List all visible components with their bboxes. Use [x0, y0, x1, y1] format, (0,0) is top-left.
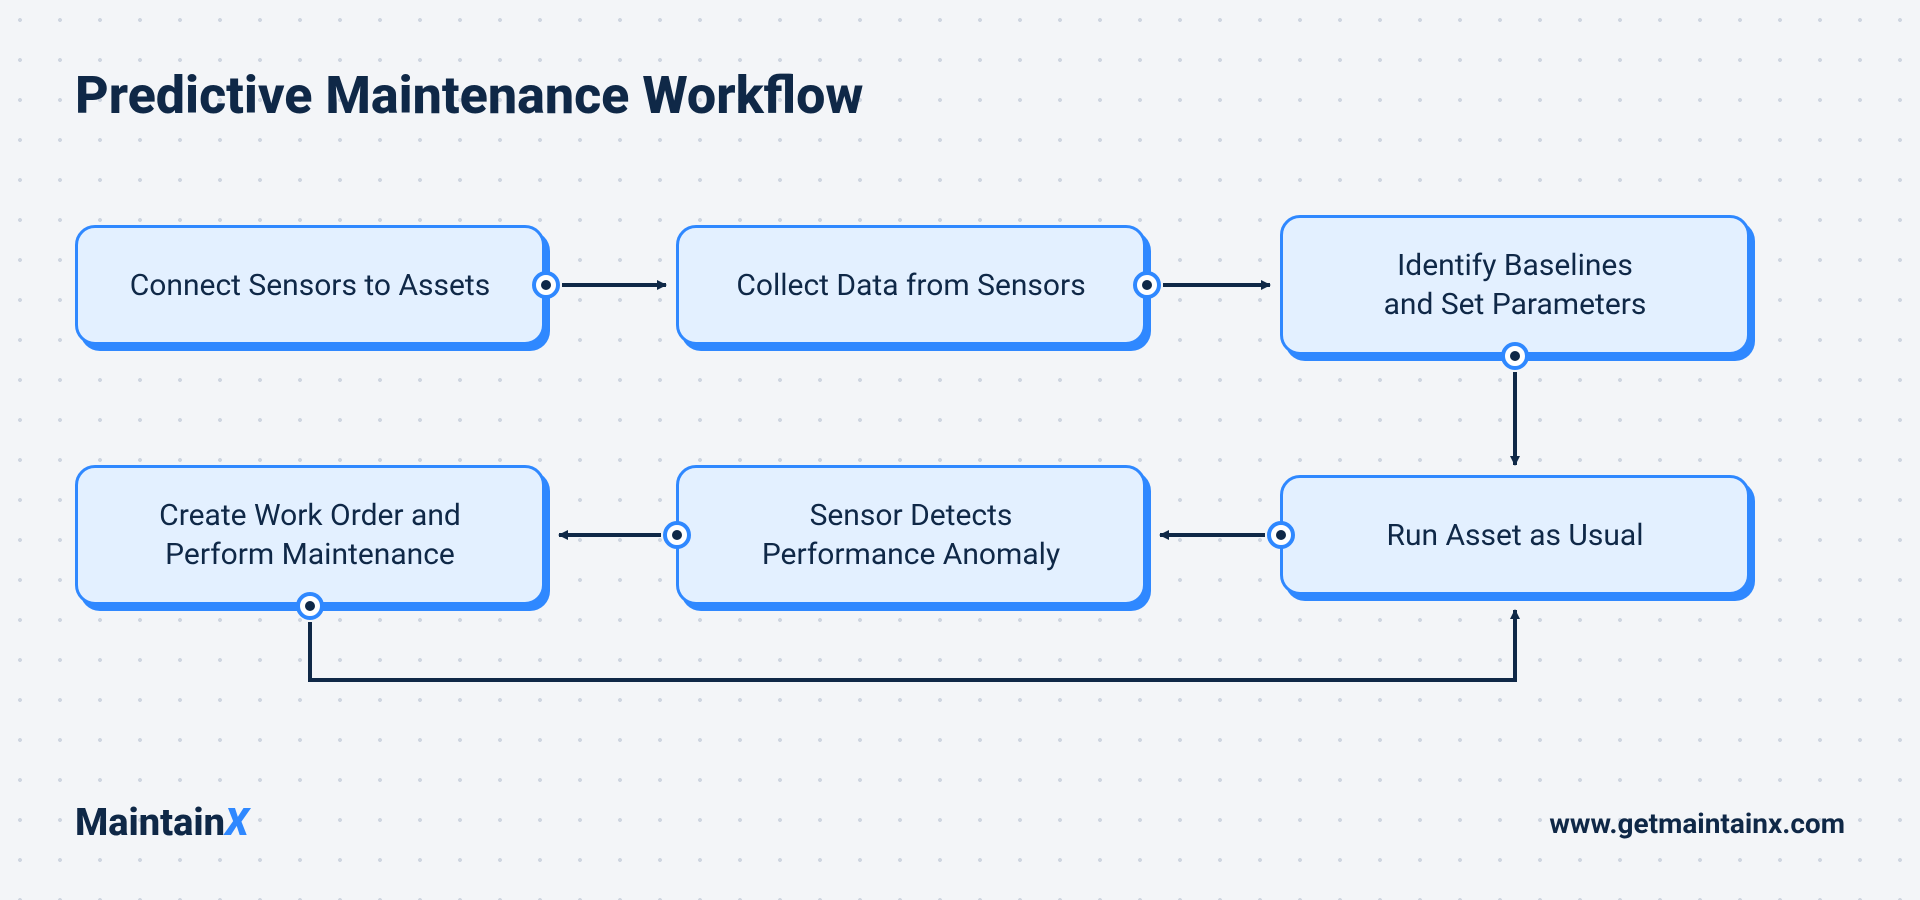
brand-url: www.getmaintainx.com	[1549, 807, 1845, 840]
step-label-line2: Perform Maintenance	[159, 535, 461, 574]
step-label: Collect Data from Sensors	[736, 266, 1085, 305]
step-identify-baselines: Identify Baselines and Set Parameters	[1280, 215, 1750, 355]
step-collect-data: Collect Data from Sensors	[676, 225, 1146, 345]
connector-dot-icon	[663, 521, 691, 549]
connector-dot-icon	[1501, 342, 1529, 370]
connector-dot-icon	[296, 592, 324, 620]
step-sensor-detects: Sensor Detects Performance Anomaly	[676, 465, 1146, 605]
step-label-line1: Create Work Order and	[159, 496, 461, 535]
step-run-asset: Run Asset as Usual	[1280, 475, 1750, 595]
brand-x-icon: X	[225, 801, 249, 845]
step-connect-sensors: Connect Sensors to Assets	[75, 225, 545, 345]
connector-dot-icon	[1133, 271, 1161, 299]
step-label: Connect Sensors to Assets	[130, 266, 490, 305]
step-label-line2: and Set Parameters	[1384, 285, 1647, 324]
dot-grid-background	[0, 0, 1920, 900]
brand-text: Maintain	[75, 801, 225, 845]
diagram-title: Predictive Maintenance Workflow	[75, 65, 863, 126]
connector-dot-icon	[532, 271, 560, 299]
brand-logo: MaintainX	[75, 801, 249, 845]
step-create-work-order: Create Work Order and Perform Maintenanc…	[75, 465, 545, 605]
step-label: Run Asset as Usual	[1386, 516, 1643, 555]
step-label-line1: Identify Baselines	[1384, 246, 1647, 285]
footer: MaintainX www.getmaintainx.com	[75, 801, 1845, 845]
connector-dot-icon	[1267, 521, 1295, 549]
step-label-line1: Sensor Detects	[762, 496, 1060, 535]
step-label-line2: Performance Anomaly	[762, 535, 1060, 574]
